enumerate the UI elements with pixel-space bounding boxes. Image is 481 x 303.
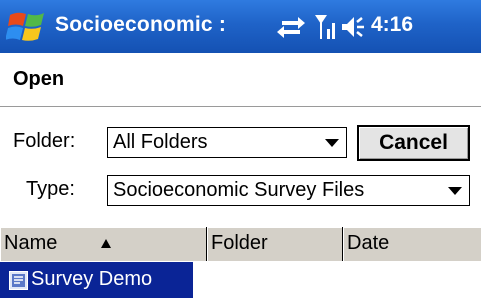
type-value: Socioeconomic Survey Files: [113, 179, 365, 201]
type-dropdown[interactable]: Socioeconomic Survey Files: [107, 175, 470, 206]
chevron-down-icon: [325, 139, 339, 147]
column-header-date[interactable]: Date: [343, 227, 481, 261]
column-header-date-label: Date: [347, 232, 390, 254]
column-header-folder-label: Folder: [211, 232, 268, 254]
sort-ascending-icon: [101, 239, 111, 248]
clock[interactable]: 4:16: [371, 13, 413, 37]
folder-dropdown[interactable]: All Folders: [107, 127, 347, 158]
chevron-down-icon: [448, 187, 462, 195]
dialog-title: Open: [13, 68, 65, 90]
survey-file-icon: [9, 271, 28, 290]
volume-icon[interactable]: [340, 13, 368, 41]
column-header-folder[interactable]: Folder: [207, 227, 343, 261]
list-item-label: Survey Demo: [31, 268, 153, 290]
column-header-name[interactable]: Name: [0, 227, 207, 261]
cancel-button[interactable]: Cancel: [357, 125, 470, 161]
divider: [0, 106, 481, 107]
signal-icon[interactable]: [314, 13, 340, 41]
list-item[interactable]: Survey Demo: [0, 262, 193, 298]
folder-label: Folder:: [13, 130, 76, 152]
windows-start-icon[interactable]: [6, 9, 50, 45]
title-bar: Socioeconomic : 4:16: [0, 0, 481, 53]
column-header-name-label: Name: [4, 232, 58, 254]
sync-icon[interactable]: [276, 13, 306, 41]
app-title: Socioeconomic :: [55, 13, 227, 36]
folder-value: All Folders: [113, 131, 208, 153]
list-header: Name Folder Date: [0, 226, 481, 261]
type-label: Type:: [26, 178, 75, 200]
